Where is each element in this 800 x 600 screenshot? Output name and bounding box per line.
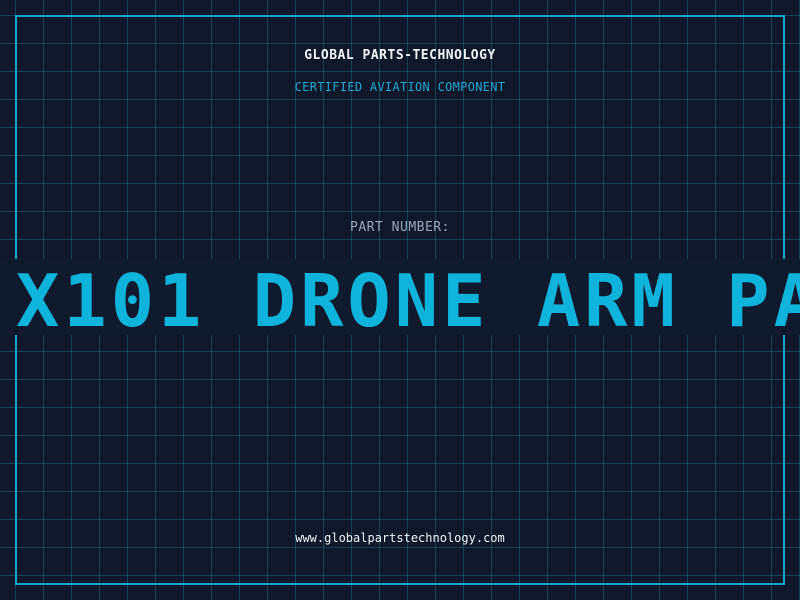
part-number-value: X101 DRONE ARM PAR	[16, 259, 800, 335]
part-number-label: PART NUMBER:	[350, 220, 450, 235]
company-name: GLOBAL PARTS-TECHNOLOGY	[304, 48, 496, 63]
part-number-banner: X101 DRONE ARM PAR	[0, 259, 800, 335]
certification-subtitle: CERTIFIED AVIATION COMPONENT	[294, 80, 506, 94]
website-url: www.globalpartstechnology.com	[295, 531, 505, 545]
